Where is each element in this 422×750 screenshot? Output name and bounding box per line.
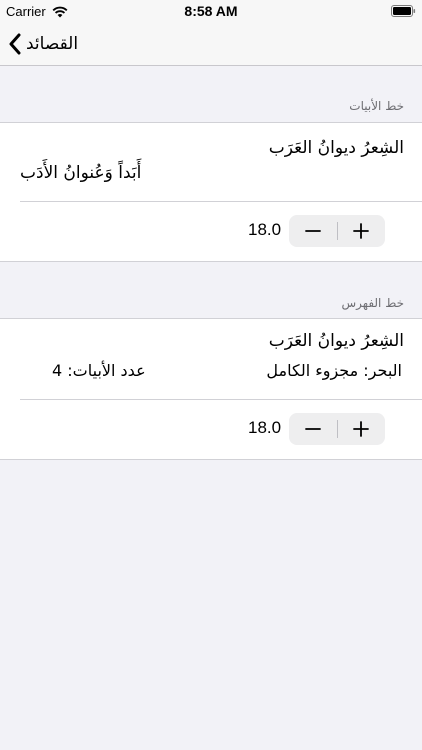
minus-icon [304, 428, 321, 430]
verse-preview-line-1: الشِعرُ ديوانُ العَرَب [268, 138, 404, 158]
verse-font-size-row: 18.0 [0, 202, 422, 260]
chevron-left-icon [9, 33, 21, 55]
plus-icon [353, 421, 370, 437]
battery-icon [391, 5, 416, 17]
index-font-size-value: 18.0 [248, 418, 282, 437]
verse-font-size-value: 18.0 [248, 220, 282, 239]
increment-button[interactable] [337, 215, 385, 247]
count-value: 4 [52, 361, 63, 380]
index-font-section-header: خط الفهرس [341, 296, 404, 310]
index-font-card: الشِعرُ ديوانُ العَرَب البحر: مجزوء الكا… [0, 318, 422, 460]
meter-label: البحر: [363, 361, 402, 380]
navigation-bar: القصائد [0, 22, 422, 66]
index-font-size-stepper [289, 413, 385, 445]
index-preview-title: الشِعرُ ديوانُ العَرَب [268, 331, 404, 351]
minus-icon [304, 230, 321, 232]
status-bar: Carrier 8:58 AM [0, 0, 422, 22]
index-preview-meter: البحر: مجزوء الكامل [266, 361, 402, 380]
verse-font-card: الشِعرُ ديوانُ العَرَب أَبَداً وَعُنوانُ… [0, 122, 422, 262]
index-font-size-row: 18.0 [0, 400, 422, 458]
decrement-button[interactable] [289, 215, 337, 247]
verse-font-section-header: خط الأبيات [349, 99, 404, 113]
meter-value: مجزوء الكامل [266, 361, 359, 380]
increment-button[interactable] [337, 413, 385, 445]
plus-icon [353, 223, 370, 239]
count-label: عدد الأبيات: [67, 361, 146, 380]
back-button[interactable]: القصائد [8, 30, 78, 58]
back-button-label: القصائد [26, 34, 79, 54]
status-time: 8:58 AM [184, 3, 238, 19]
index-preview-count: عدد الأبيات: 4 [52, 361, 146, 380]
verse-preview-line-2: أَبَداً وَعُنوانُ الأَدَب [20, 163, 142, 183]
decrement-button[interactable] [289, 413, 337, 445]
verse-font-size-stepper [289, 215, 385, 247]
